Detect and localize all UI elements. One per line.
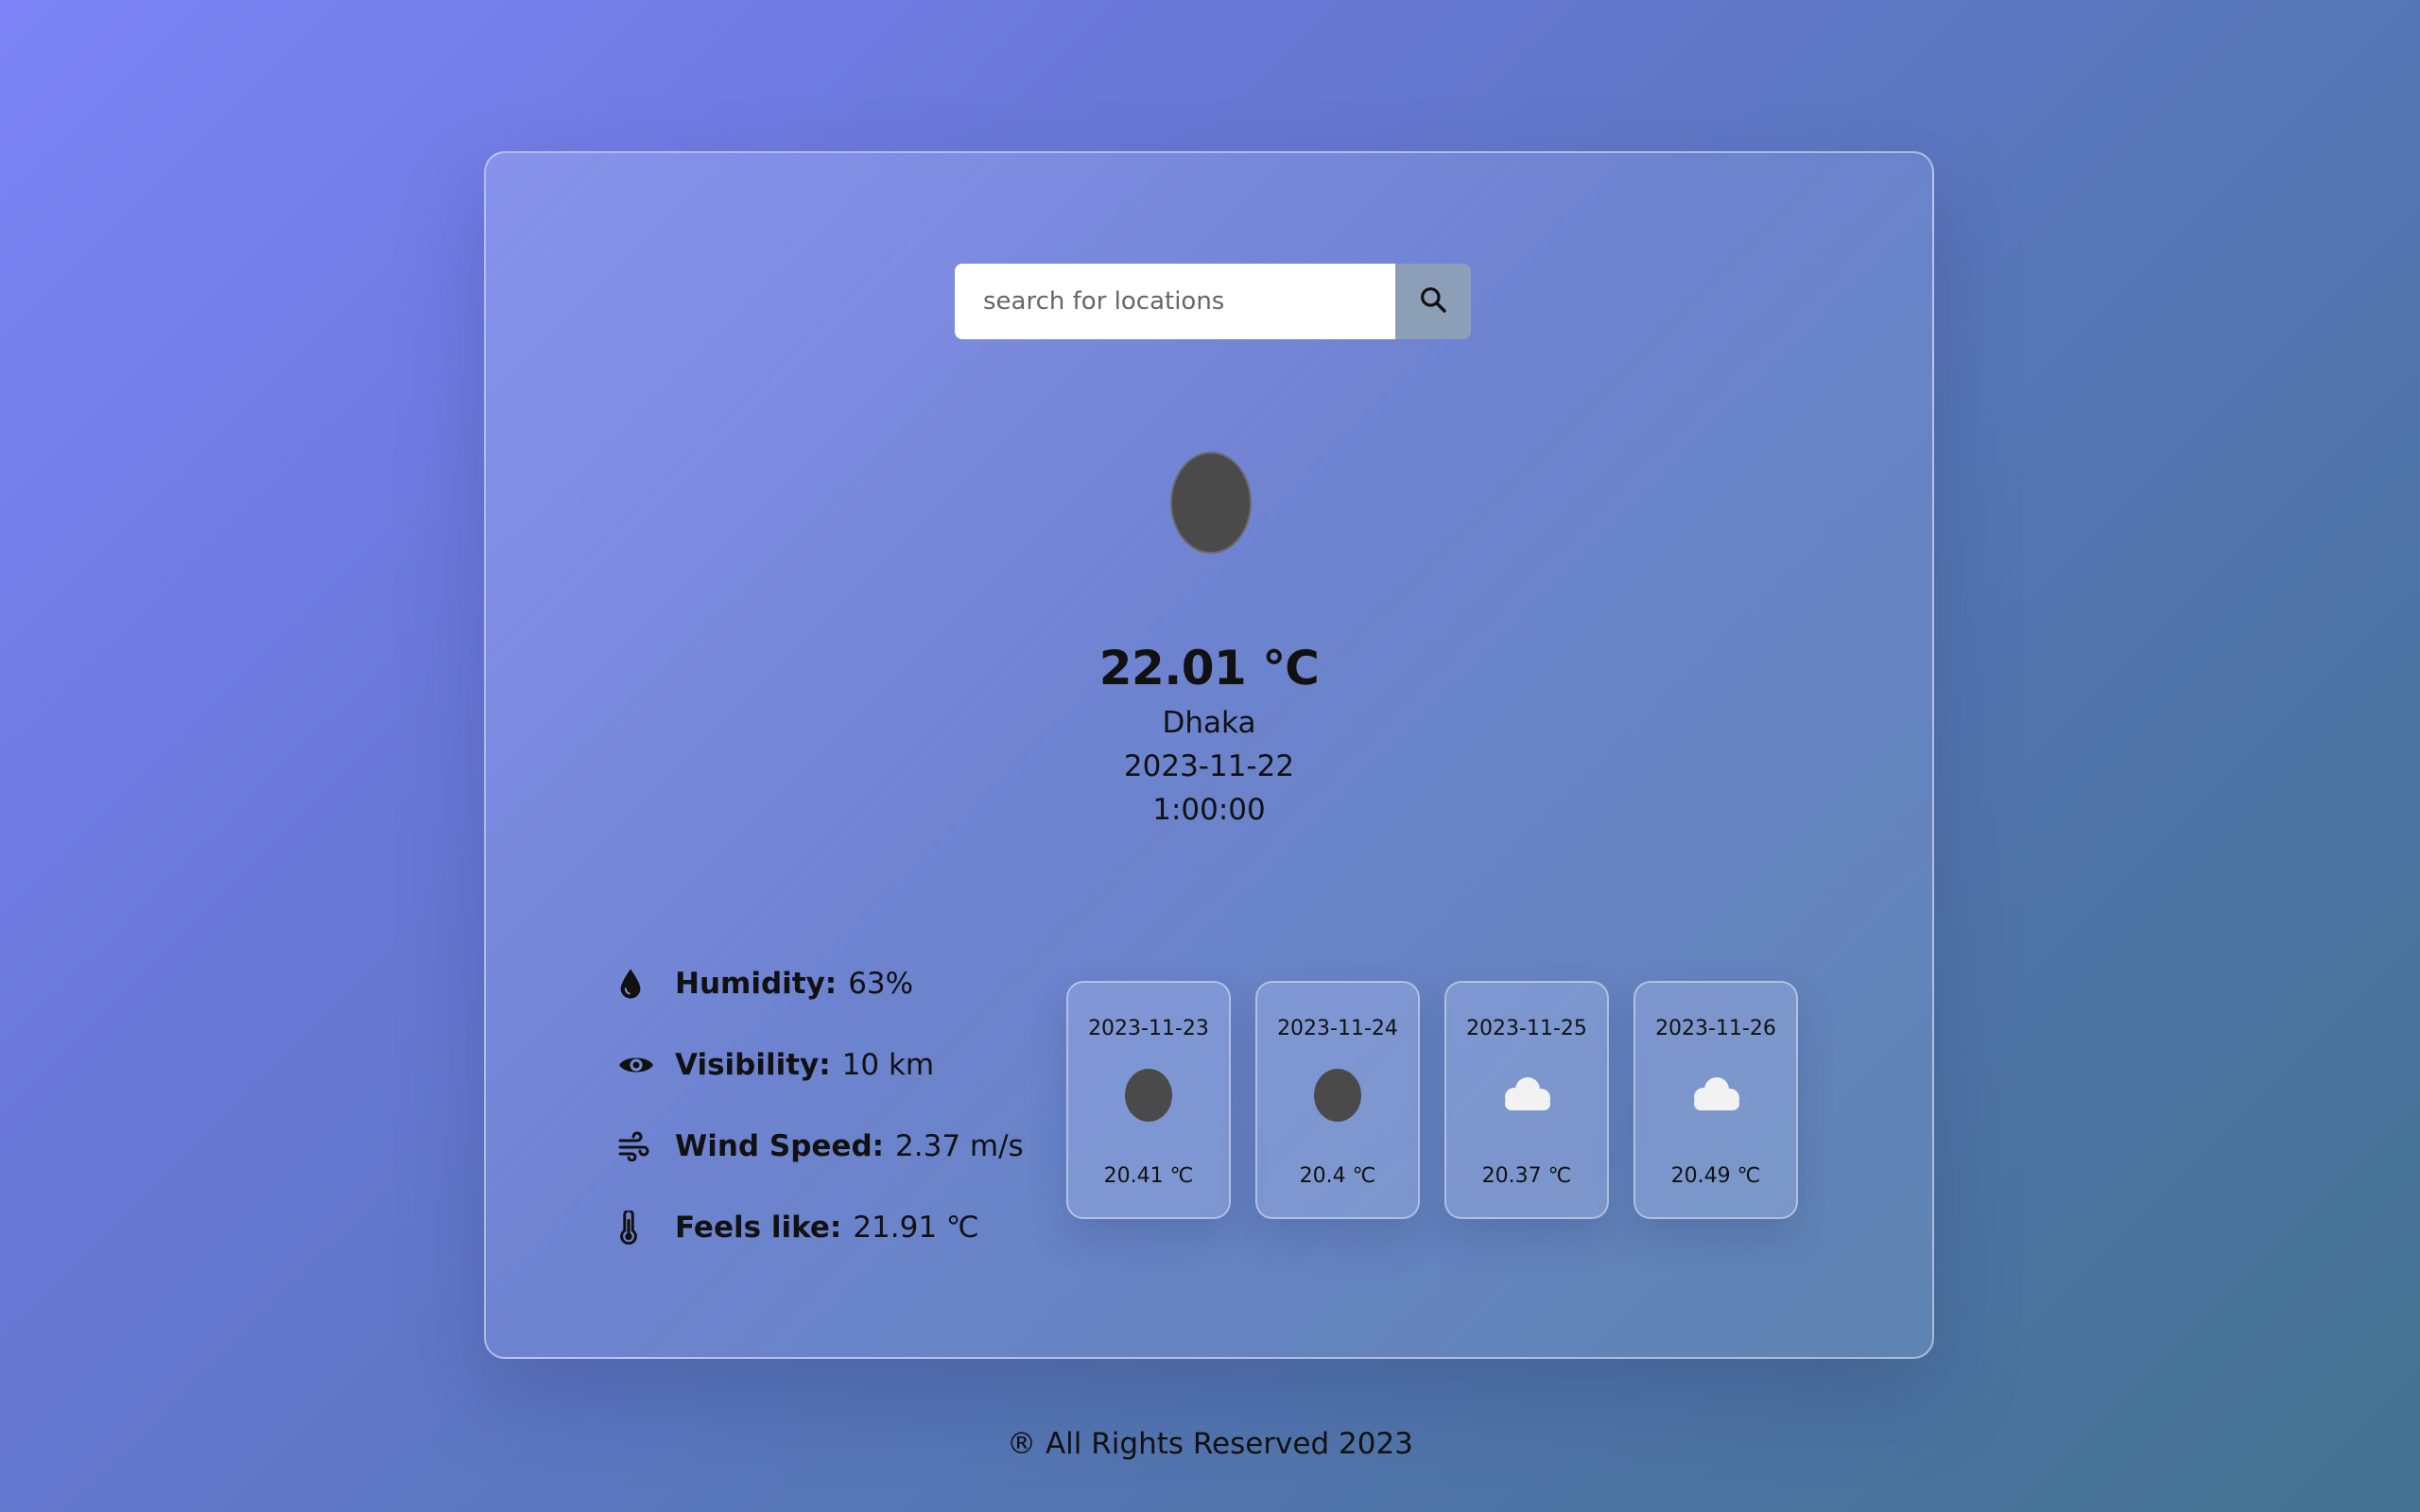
visibility-value: 10 km xyxy=(841,1048,935,1082)
humidity-label: Humidity: xyxy=(675,967,838,1001)
weather-details: Humidity: 63% Visibility: 10 km Wind Spe… xyxy=(618,943,1024,1268)
forecast-date: 2023-11-23 xyxy=(1088,1017,1209,1040)
city-name: Dhaka xyxy=(1162,706,1256,740)
feels-like-value: 21.91 ℃ xyxy=(853,1211,979,1245)
forecast-card: 2023-11-25 20.37 ℃ xyxy=(1444,981,1609,1219)
cloud-icon xyxy=(1685,1073,1747,1118)
forecast-temperature: 20.4 ℃ xyxy=(1299,1164,1376,1188)
search-bar xyxy=(955,264,1471,339)
forecast-temperature: 20.41 ℃ xyxy=(1103,1164,1194,1188)
moon-icon xyxy=(1170,452,1252,554)
search-icon xyxy=(1418,284,1448,318)
thermometer-icon xyxy=(618,1211,675,1245)
cloud-icon xyxy=(1495,1073,1558,1118)
search-input[interactable] xyxy=(955,264,1395,339)
forecast-card: 2023-11-26 20.49 ℃ xyxy=(1634,981,1798,1219)
humidity-row: Humidity: 63% xyxy=(618,943,1024,1024)
feels-like-row: Feels like: 21.91 ℃ xyxy=(618,1187,1024,1268)
forecast-date: 2023-11-24 xyxy=(1277,1017,1398,1040)
forecast-date: 2023-11-25 xyxy=(1466,1017,1587,1040)
forecast-list: 2023-11-23 20.41 ℃ 2023-11-24 20.4 ℃ 202… xyxy=(1066,981,1798,1219)
visibility-label: Visibility: xyxy=(675,1048,831,1082)
current-time: 1:00:00 xyxy=(1152,793,1266,827)
forecast-card: 2023-11-23 20.41 ℃ xyxy=(1066,981,1231,1219)
wind-speed-row: Wind Speed: 2.37 m/s xyxy=(618,1106,1024,1187)
wind-icon xyxy=(618,1131,675,1161)
visibility-row: Visibility: 10 km xyxy=(618,1024,1024,1106)
moon-icon xyxy=(1125,1069,1172,1122)
weather-card: 22.01 ℃ Dhaka 2023-11-22 1:00:00 Humidit… xyxy=(484,151,1934,1359)
wind-speed-value: 2.37 m/s xyxy=(895,1129,1024,1163)
forecast-card: 2023-11-24 20.4 ℃ xyxy=(1255,981,1420,1219)
moon-icon xyxy=(1314,1069,1361,1122)
humidity-value: 63% xyxy=(848,967,914,1001)
feels-like-label: Feels like: xyxy=(675,1211,842,1245)
search-button[interactable] xyxy=(1395,264,1471,339)
current-date: 2023-11-22 xyxy=(1123,749,1295,783)
wind-speed-label: Wind Speed: xyxy=(675,1129,885,1163)
droplet-icon xyxy=(618,968,675,1000)
forecast-temperature: 20.49 ℃ xyxy=(1670,1164,1761,1188)
eye-icon xyxy=(618,1052,675,1078)
forecast-temperature: 20.37 ℃ xyxy=(1481,1164,1572,1188)
current-temperature: 22.01 ℃ xyxy=(1098,641,1320,696)
footer-copyright: ® All Rights Reserved 2023 xyxy=(1007,1427,1413,1461)
forecast-date: 2023-11-26 xyxy=(1655,1017,1776,1040)
